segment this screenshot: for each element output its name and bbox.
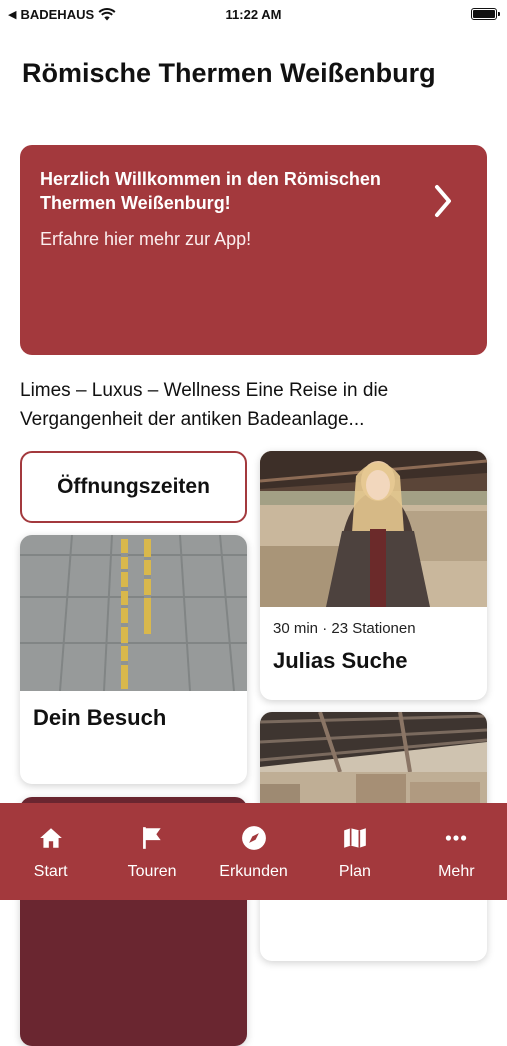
visit-title: Dein Besuch — [33, 705, 167, 730]
flag-icon — [143, 827, 161, 849]
more-icon — [446, 835, 467, 841]
battery-icon — [471, 8, 497, 20]
tab-label: Start — [33, 863, 68, 880]
intro-text: Limes – Luxus – Wellness Eine Reise in d… — [20, 380, 389, 430]
tab-touren[interactable]: Touren — [101, 803, 202, 900]
tour-image-julia — [260, 451, 487, 607]
tab-mehr[interactable]: Mehr — [406, 803, 507, 900]
opening-hours-label: Öffnungszeiten — [57, 475, 210, 498]
map-icon — [344, 828, 366, 848]
chevron-right-icon — [435, 185, 451, 217]
visit-card[interactable]: Dein Besuch — [20, 535, 247, 784]
tab-erkunden[interactable]: Erkunden — [203, 803, 304, 900]
tour-title: Julias Suche — [273, 648, 408, 673]
tab-start[interactable]: Start — [0, 803, 101, 900]
tour-card-julia[interactable]: 30 min · 23 Stationen Julias Suche — [260, 451, 487, 700]
tab-plan[interactable]: Plan — [304, 803, 405, 900]
page-title: Römische Thermen Weißenburg — [22, 58, 436, 88]
tab-label: Touren — [127, 863, 177, 880]
status-bar: ◀ BADEHAUS 11:22 AM — [0, 0, 507, 30]
welcome-subtitle: Erfahre hier mehr zur App! — [40, 229, 252, 249]
tour-meta: 30 min · 23 Stationen — [273, 620, 416, 637]
tab-label: Plan — [338, 863, 371, 880]
clock: 11:22 AM — [225, 7, 282, 22]
tab-label: Mehr — [438, 863, 475, 880]
visit-image — [20, 535, 247, 691]
home-icon — [39, 828, 62, 848]
welcome-card[interactable]: Herzlich Willkommen in den Römischen The… — [20, 145, 487, 355]
compass-icon — [241, 826, 266, 850]
opening-hours-button[interactable]: Öffnungszeiten — [20, 451, 247, 523]
tab-bar: Start Touren Erkunden Plan Mehr — [0, 803, 507, 900]
welcome-title: Herzlich Willkommen in den Römischen The… — [40, 169, 381, 213]
tab-label: Erkunden — [219, 863, 288, 880]
battery-tip — [498, 12, 500, 16]
